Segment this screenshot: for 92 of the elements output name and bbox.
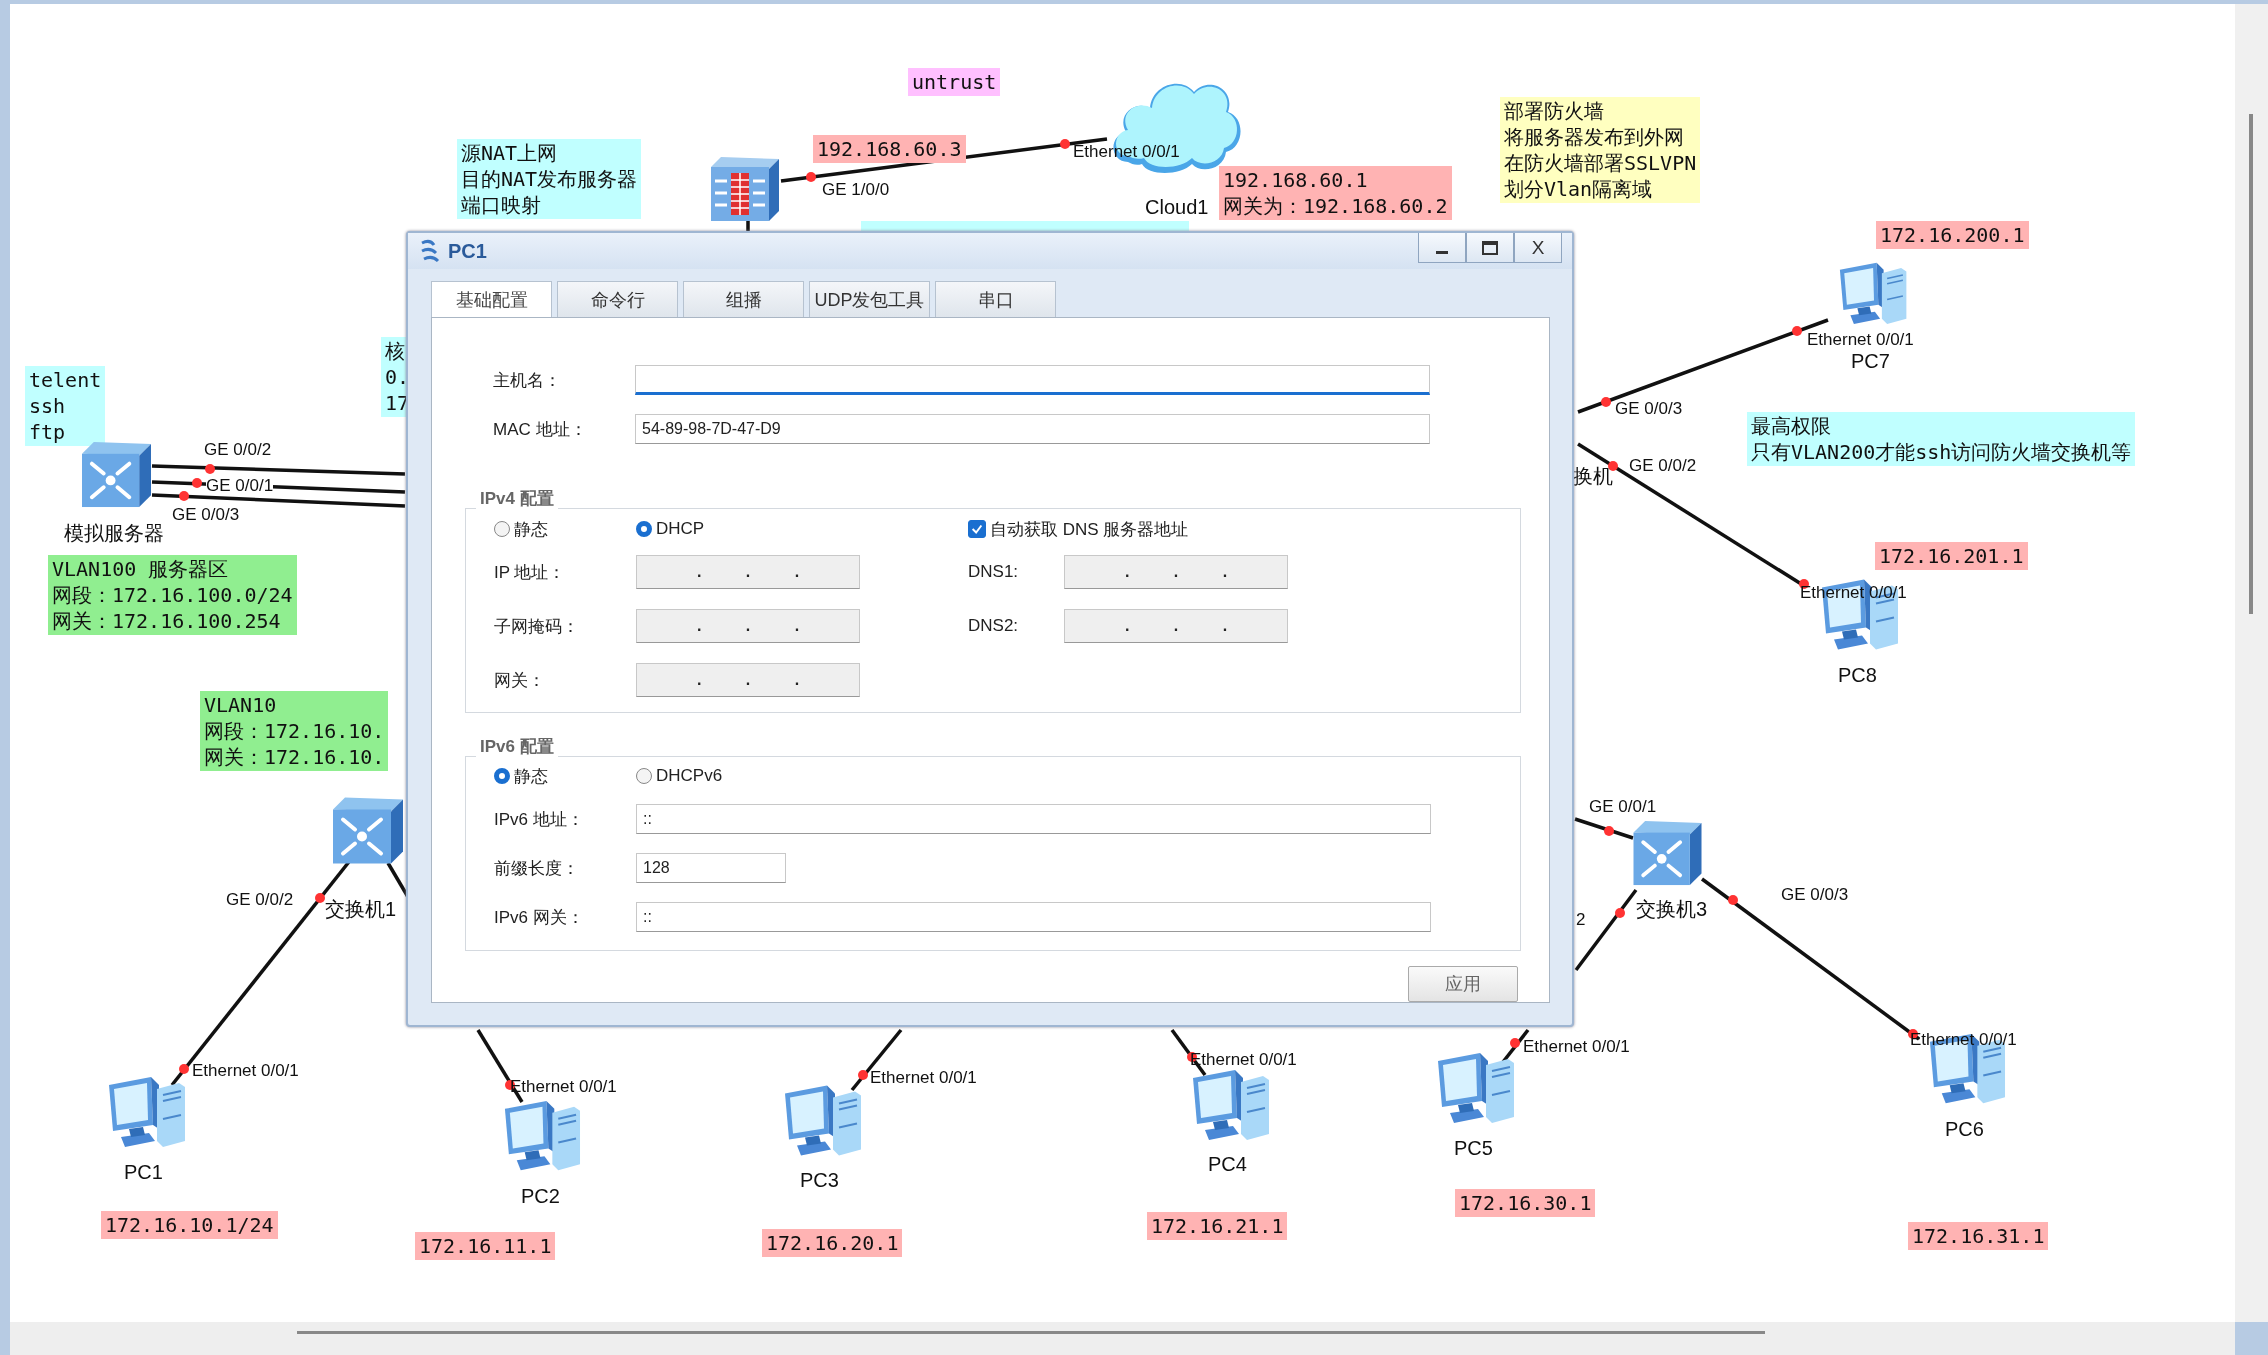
field-label: MAC 地址： bbox=[493, 418, 588, 441]
field-label: DNS1: bbox=[968, 562, 1020, 582]
radio-option[interactable]: 静态 bbox=[494, 517, 636, 541]
annotation-note: 172.16.200.1 bbox=[1876, 221, 2029, 249]
tab[interactable]: 命令行 bbox=[557, 281, 678, 317]
device-label: 换机 bbox=[1573, 464, 1613, 489]
device-label: 交换机1 bbox=[325, 897, 397, 922]
checkbox[interactable] bbox=[968, 520, 986, 538]
port-label: GE 0/0/3 bbox=[1615, 399, 1683, 418]
annotation-note: 172.16.31.1 bbox=[1908, 1222, 2049, 1250]
radio-button[interactable] bbox=[636, 521, 652, 537]
device-label: PC2 bbox=[521, 1185, 560, 1208]
firewall-icon[interactable] bbox=[709, 155, 781, 223]
field-label: DNS2: bbox=[968, 616, 1020, 636]
field-label: IPv6 地址： bbox=[494, 808, 585, 831]
radio-button[interactable] bbox=[636, 768, 652, 784]
radio-label[interactable]: DHCPv6 bbox=[656, 766, 723, 786]
field-label: 网关： bbox=[494, 669, 546, 692]
switch-icon[interactable] bbox=[80, 440, 153, 509]
annotation-note: 172.16.21.1 bbox=[1147, 1212, 1288, 1240]
port-label: GE 0/0/2 bbox=[1629, 456, 1697, 475]
device-label: 模拟服务器 bbox=[64, 521, 164, 546]
radio-label[interactable]: DHCP bbox=[656, 519, 705, 539]
annotation-note: 192.168.60.3 bbox=[813, 135, 966, 163]
apply-button[interactable]: 应用 bbox=[1408, 966, 1518, 1002]
radio-option[interactable]: 静态 bbox=[494, 764, 636, 788]
close-button[interactable]: X bbox=[1514, 233, 1562, 263]
device-label: PC5 bbox=[1454, 1137, 1493, 1160]
port-label: GE 1/0/0 bbox=[822, 180, 890, 199]
field-label: IPv6 网关： bbox=[494, 906, 585, 929]
switch-icon[interactable] bbox=[331, 795, 405, 866]
device-label: Cloud1 bbox=[1145, 196, 1209, 219]
annotation-note: VLAN100 服务器区 网段：172.16.100.0/24 网关：172.16.100.254 bbox=[48, 555, 297, 635]
field-label: 子网掩码： bbox=[494, 615, 580, 638]
port-label: 2 bbox=[1576, 910, 1586, 929]
annotation-note: 源NAT上网 目的NAT发布服务器 端口映射 bbox=[457, 139, 642, 219]
input-field[interactable]: 54-89-98-7D-47-D9 bbox=[635, 414, 1430, 444]
radio-label[interactable]: 静态 bbox=[514, 764, 548, 788]
port-label: Ethernet 0/0/1 bbox=[870, 1068, 977, 1087]
link-line bbox=[1574, 817, 1634, 840]
device-label: PC6 bbox=[1945, 1118, 1984, 1141]
port-label: GE 0/0/1 bbox=[1589, 797, 1657, 816]
port-label: GE 0/0/3 bbox=[1781, 885, 1849, 904]
tab[interactable]: 组播 bbox=[683, 281, 804, 317]
checkbox-label[interactable]: 自动获取 DNS 服务器地址 bbox=[990, 517, 1189, 541]
tab[interactable]: 基础配置 bbox=[431, 281, 552, 317]
port-label: Ethernet 0/0/1 bbox=[1807, 330, 1914, 349]
tab[interactable]: UDP发包工具 bbox=[809, 281, 930, 317]
device-label: PC3 bbox=[800, 1169, 839, 1192]
device-label: PC4 bbox=[1208, 1153, 1247, 1176]
port-label: Ethernet 0/0/1 bbox=[1800, 583, 1907, 602]
device-label: PC1 bbox=[124, 1161, 163, 1184]
device-label: 交换机3 bbox=[1636, 897, 1708, 922]
group-title: IPv4 配置 bbox=[476, 487, 558, 510]
annotation-note: telent ssh ftp bbox=[25, 366, 106, 446]
scrollbar[interactable] bbox=[2235, 4, 2268, 1322]
annotation-note: 最高权限 只有VLAN200才能ssh访问防火墙交换机等 bbox=[1747, 412, 2136, 466]
minimize-icon bbox=[1436, 251, 1448, 254]
annotation-note: 192.168.60.1 网关为：192.168.60.2 bbox=[1219, 166, 1452, 220]
switch-icon[interactable] bbox=[1631, 819, 1704, 887]
radio-label[interactable]: 静态 bbox=[514, 517, 548, 541]
annotation-note: 172.16.30.1 bbox=[1455, 1189, 1596, 1217]
input-field[interactable]: :: bbox=[636, 902, 1431, 932]
field-label: IP 地址： bbox=[494, 561, 567, 584]
window-title: PC1 bbox=[448, 239, 487, 263]
annotation-note: 172.16.201.1 bbox=[1875, 542, 2028, 570]
radio-button[interactable] bbox=[494, 521, 510, 537]
annotation-note: VLAN10 网段：172.16.10. 网关：172.16.10. bbox=[200, 691, 389, 771]
tab[interactable]: 串口 bbox=[935, 281, 1056, 317]
scrollbar[interactable] bbox=[10, 1322, 2235, 1355]
port-label: Ethernet 0/0/1 bbox=[192, 1061, 299, 1080]
port-label: Ethernet 0/0/1 bbox=[1523, 1037, 1630, 1056]
annotation-note: untrust bbox=[908, 68, 1001, 96]
device-label: PC8 bbox=[1838, 664, 1877, 687]
input-field[interactable]: 128 bbox=[636, 853, 786, 883]
input-field[interactable] bbox=[635, 365, 1430, 395]
field-label: 主机名： bbox=[493, 369, 562, 392]
annotation-note: 部署防火墙 将服务器发布到外网 在防火墙部署SSLVPN 划分Vlan隔离域 bbox=[1500, 97, 1701, 203]
input-field[interactable]: :: bbox=[636, 804, 1431, 834]
device-label: PC7 bbox=[1851, 350, 1890, 373]
group-title: IPv6 配置 bbox=[476, 735, 558, 758]
maximize-button[interactable] bbox=[1466, 233, 1514, 263]
radio-button[interactable] bbox=[494, 768, 510, 784]
field-label: 前缀长度： bbox=[494, 857, 580, 880]
port-label: GE 0/0/2 bbox=[226, 890, 294, 909]
minimize-button[interactable] bbox=[1418, 233, 1466, 263]
annotation-note: 172.16.10.1/24 bbox=[101, 1211, 278, 1239]
radio-option[interactable]: DHCPv6 bbox=[636, 766, 968, 786]
radio-option[interactable]: DHCP bbox=[636, 519, 968, 539]
check-icon bbox=[970, 522, 984, 536]
annotation-note: 172.16.11.1 bbox=[415, 1232, 556, 1260]
annotation-note: 172.16.20.1 bbox=[762, 1229, 903, 1257]
